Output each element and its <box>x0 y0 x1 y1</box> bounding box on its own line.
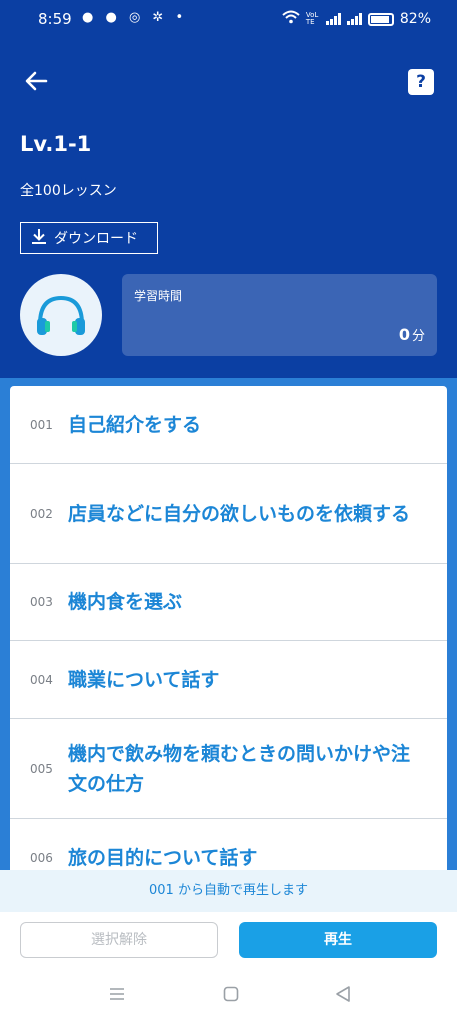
lesson-item[interactable]: 004 職業について話す <box>10 641 447 719</box>
battery-level: 82% <box>399 11 431 27</box>
action-bar: 選択解除 再生 <box>0 912 457 970</box>
lesson-title: 自己紹介をする <box>68 413 202 436</box>
lesson-number: 002 <box>30 506 53 521</box>
lesson-item[interactable]: 005 機内で飲み物を頼むときの問いかけや注文の仕方 <box>10 719 447 819</box>
signal-icon-2 <box>346 13 362 25</box>
wifi-icon <box>282 10 300 28</box>
volte-icon: VoLTE <box>305 11 319 26</box>
lesson-title: 店員などに自分の欲しいものを依頼する <box>68 502 411 525</box>
home-icon[interactable] <box>222 985 240 1007</box>
lesson-list: 001 自己紹介をする 002 店員などに自分の欲しいものを依頼する 003 機… <box>10 386 447 870</box>
headphones-icon <box>37 295 85 335</box>
download-icon <box>30 227 48 249</box>
status-time: 8:59 <box>38 10 72 28</box>
play-button[interactable]: 再生 <box>239 922 437 958</box>
lesson-number: 004 <box>30 672 53 687</box>
back-triangle-icon[interactable] <box>334 985 352 1007</box>
lesson-item[interactable]: 003 機内食を選ぶ <box>10 564 447 641</box>
lesson-item[interactable]: 002 店員などに自分の欲しいものを依頼する <box>10 464 447 564</box>
lesson-title: 機内で飲み物を頼むときの問いかけや注文の仕方 <box>68 742 411 795</box>
lesson-item[interactable]: 006 旅の目的について話す <box>10 819 447 870</box>
signal-icon <box>325 13 341 25</box>
lesson-title: 旅の目的について話す <box>68 847 258 869</box>
study-time-unit: 分 <box>411 329 425 344</box>
lesson-title: 機内食を選ぶ <box>68 591 183 613</box>
battery-icon <box>367 12 394 26</box>
lesson-item[interactable]: 001 自己紹介をする <box>10 386 447 464</box>
notification-icons: ● ● ◎ ✲ • <box>82 10 188 25</box>
back-arrow-icon[interactable] <box>22 66 52 96</box>
download-label: ダウンロード <box>54 231 138 247</box>
status-right: VoLTE 82% <box>282 10 431 28</box>
system-nav-bar <box>0 970 457 1024</box>
page-title: Lv.1-1 <box>20 132 92 156</box>
lesson-count: 全100レッスン <box>20 183 117 199</box>
menu-icon[interactable] <box>108 985 126 1007</box>
study-time-value: 0分 <box>399 325 425 344</box>
autoplay-notice: 001 から自動で再生します <box>0 870 457 912</box>
study-time-label: 学習時間 <box>134 289 183 303</box>
study-time-card: 学習時間 0分 <box>122 274 437 356</box>
header: 8:59 ● ● ◎ ✲ • VoLTE 82% ? Lv.1-1 全100レッ… <box>0 0 457 378</box>
help-icon[interactable]: ? <box>408 69 434 95</box>
headphones-avatar <box>20 274 102 356</box>
study-time-number: 0 <box>398 325 410 344</box>
lesson-number: 003 <box>30 595 53 609</box>
lesson-title: 職業について話す <box>68 668 220 691</box>
lesson-number: 006 <box>30 851 53 865</box>
lesson-number: 001 <box>30 417 53 432</box>
download-button[interactable]: ダウンロード <box>20 222 158 254</box>
lesson-number: 005 <box>30 761 53 776</box>
clear-selection-button[interactable]: 選択解除 <box>20 922 218 958</box>
status-bar: 8:59 ● ● ◎ ✲ • VoLTE 82% <box>0 0 457 40</box>
